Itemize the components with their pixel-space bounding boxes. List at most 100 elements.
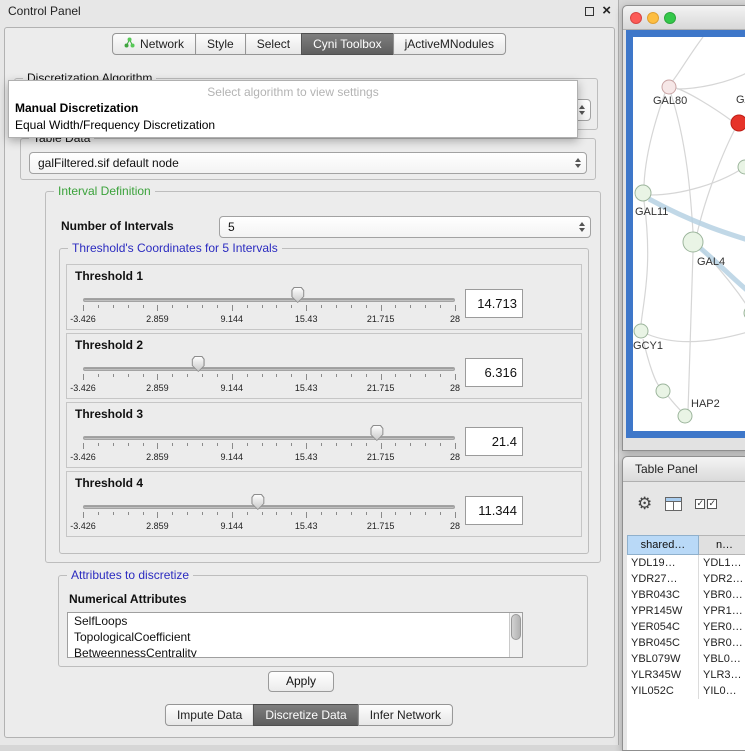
table-cell: YER0…	[699, 619, 745, 635]
dropdown-item-manual-discretization[interactable]: Manual Discretization	[9, 100, 577, 117]
slider-tick	[157, 374, 158, 380]
minimize-traffic-light[interactable]	[647, 12, 659, 24]
slider-tick	[306, 512, 307, 518]
slider-tick	[321, 443, 322, 446]
slider-tick	[172, 512, 173, 515]
attribute-list-item[interactable]: TopologicalCoefficient	[68, 629, 522, 645]
slider-tick	[336, 374, 337, 377]
slider-scale-label: -3.426	[70, 452, 96, 462]
close-traffic-light[interactable]	[630, 12, 642, 24]
slider-scale-label: 2.859	[146, 383, 169, 393]
slider-tick	[247, 374, 248, 377]
table-row[interactable]: YIL052CYIL0…	[627, 683, 745, 699]
checkbox-icon[interactable]: ✓	[695, 499, 705, 509]
threshold-value-field[interactable]: 6.316	[465, 358, 523, 387]
number-of-intervals-value: 5	[228, 220, 235, 234]
float-window-button[interactable]	[585, 7, 594, 16]
table-cell: YBR043C	[627, 587, 699, 603]
thresholds-group: Threshold's Coordinates for 5 Intervals …	[59, 248, 589, 554]
tab-network[interactable]: Network	[112, 33, 196, 55]
attribute-list-item[interactable]: SelfLoops	[68, 613, 522, 629]
threshold-value-field[interactable]: 21.4	[465, 427, 523, 456]
slider-tick	[83, 305, 84, 311]
column-header-name[interactable]: n…	[699, 535, 745, 555]
thresholds-list: Threshold 1-3.4262.8599.14415.4321.71528…	[60, 261, 588, 540]
slider-tick	[276, 443, 277, 446]
slider-scale-label: 15.43	[295, 452, 318, 462]
slider-tick	[425, 374, 426, 377]
tab-style[interactable]: Style	[195, 33, 246, 55]
network-canvas[interactable]: GAL80 GA GAL11 GAL4 GCY1 HAP2	[633, 37, 745, 431]
tab-infer-network[interactable]: Infer Network	[358, 704, 453, 726]
node[interactable]	[738, 160, 745, 174]
node-selected-red[interactable]	[731, 115, 745, 131]
column-header-shared-name[interactable]: shared…	[627, 535, 699, 555]
threshold-value-field[interactable]: 14.713	[465, 289, 523, 318]
table-row[interactable]: YLR345WYLR3…	[627, 667, 745, 683]
gear-icon[interactable]: ⚙	[637, 496, 652, 513]
table-data-combobox[interactable]: galFiltered.sif default node	[29, 152, 587, 174]
apply-button[interactable]: Apply	[268, 671, 334, 692]
network-icon	[124, 37, 135, 51]
checkbox-icon[interactable]: ✓	[707, 499, 717, 509]
table-cell: YBR0…	[699, 587, 745, 603]
slider-tick	[366, 305, 367, 308]
table-cell: YER054C	[627, 619, 699, 635]
dropdown-placeholder-item[interactable]: Select algorithm to view settings	[9, 84, 577, 100]
threshold-slider[interactable]: -3.4262.8599.14415.4321.71528	[83, 287, 455, 327]
slider-tick	[381, 374, 382, 380]
table-cell: YBR045C	[627, 635, 699, 651]
tab-impute-data[interactable]: Impute Data	[165, 704, 254, 726]
dropdown-item-equal-width-frequency[interactable]: Equal Width/Frequency Discretization	[9, 117, 577, 134]
threshold-slider[interactable]: -3.4262.8599.14415.4321.71528	[83, 425, 455, 465]
table-row[interactable]: YBR045CYBR0…	[627, 635, 745, 651]
slider-tick	[262, 443, 263, 446]
node-gcy1[interactable]	[634, 324, 648, 338]
attribute-items: SelfLoopsTopologicalCoefficientBetweenne…	[68, 613, 522, 658]
table-row[interactable]: YDL19…YDL1…	[627, 555, 745, 571]
threshold-label: Threshold 2	[75, 338, 143, 352]
tab-cyni-toolbox[interactable]: Cyni Toolbox	[301, 33, 393, 55]
table-row[interactable]: YER054CYER0…	[627, 619, 745, 635]
node-gal11[interactable]	[635, 185, 651, 201]
node-gal4[interactable]	[683, 232, 703, 252]
tab-jactivemnodules[interactable]: jActiveMNodules	[393, 33, 506, 55]
slider-scale-label: 2.859	[146, 314, 169, 324]
node[interactable]	[656, 384, 670, 398]
number-of-intervals-combobox[interactable]: 5	[219, 216, 591, 238]
select-columns-icons[interactable]: ✓ ✓	[695, 499, 717, 509]
node-gal80[interactable]	[662, 80, 676, 94]
close-window-button[interactable]: ×	[602, 2, 611, 19]
slider-tick	[157, 512, 158, 518]
threshold-value-field[interactable]: 11.344	[465, 496, 523, 525]
table-row[interactable]: YBR043CYBR0…	[627, 587, 745, 603]
slider-scale-label: 9.144	[221, 383, 244, 393]
list-scrollbar[interactable]	[509, 613, 522, 657]
columns-icon[interactable]	[665, 497, 682, 511]
slider-tick	[128, 374, 129, 377]
list-scrollbar-thumb[interactable]	[511, 614, 521, 640]
attribute-list-item[interactable]: BetweennessCentrality	[68, 645, 522, 658]
threshold-slider[interactable]: -3.4262.8599.14415.4321.71528	[83, 494, 455, 534]
slider-tick	[113, 512, 114, 515]
table-row[interactable]: YPR145WYPR1…	[627, 603, 745, 619]
table-row[interactable]: YBL079WYBL0…	[627, 651, 745, 667]
threshold-panel: Threshold 1-3.4262.8599.14415.4321.71528…	[66, 264, 582, 330]
threshold-slider[interactable]: -3.4262.8599.14415.4321.71528	[83, 356, 455, 396]
table-panel-window: Table Panel ⚙ ✓ ✓ shared… n… YDL19…YDL1……	[622, 456, 745, 751]
slider-scale-label: 21.715	[367, 521, 395, 531]
slider-tick	[321, 374, 322, 377]
tab-select[interactable]: Select	[245, 33, 302, 55]
zoom-traffic-light[interactable]	[664, 12, 676, 24]
table-row[interactable]: YDR27…YDR2…	[627, 571, 745, 587]
slider-tick	[83, 443, 84, 449]
tab-label: Discretize Data	[265, 708, 346, 722]
table-cell: YBL079W	[627, 651, 699, 667]
node-hap2[interactable]	[678, 409, 692, 423]
slider-tick	[217, 305, 218, 308]
tab-label: Style	[207, 37, 234, 51]
tab-discretize-data[interactable]: Discretize Data	[253, 704, 358, 726]
slider-tick	[410, 305, 411, 308]
threshold-panel: Threshold 4-3.4262.8599.14415.4321.71528…	[66, 471, 582, 537]
slider-tick	[217, 374, 218, 377]
